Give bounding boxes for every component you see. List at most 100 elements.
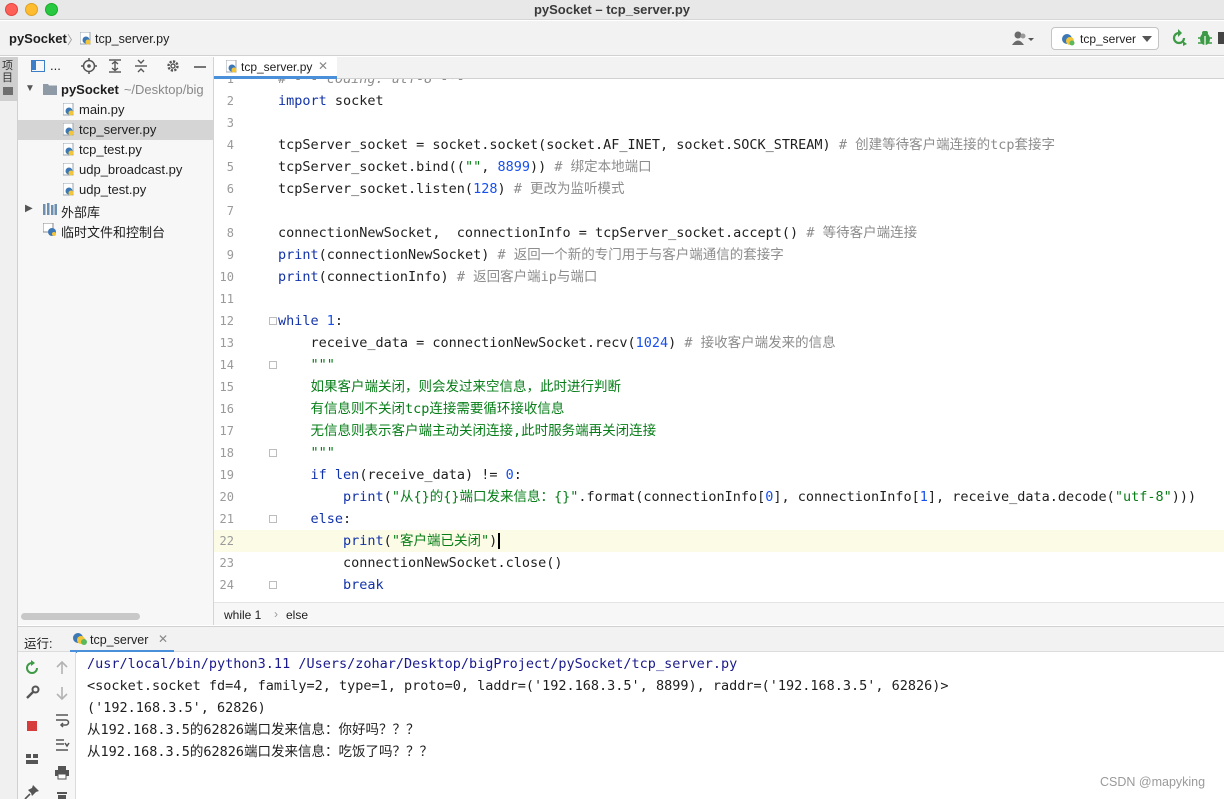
code-text: tcpServer_socket = socket.socket(socket.… [278, 137, 1055, 153]
line-number: 2 [226, 94, 234, 108]
project-view-selector[interactable]: ... [50, 58, 61, 73]
tree-item-file[interactable]: tcp_test.py [18, 140, 213, 160]
chevron-down-icon[interactable]: ▼ [25, 83, 35, 94]
run-configuration-select[interactable]: tcp_server [1051, 27, 1159, 50]
code-line[interactable]: 6 tcpServer_socket.listen(128) # 更改为监听模式 [214, 178, 1224, 200]
stop-icon[interactable] [24, 718, 40, 734]
horizontal-scrollbar[interactable] [21, 613, 140, 620]
code-breadcrumb-item[interactable]: while 1 [224, 608, 261, 622]
print-icon[interactable] [54, 764, 70, 780]
tab-run-tcp-server[interactable]: tcp_server ✕ [70, 627, 174, 653]
soft-wrap-icon[interactable] [54, 712, 70, 728]
left-tool-strip: 项目 [0, 57, 18, 799]
user-account-icon[interactable] [1010, 30, 1036, 48]
code-line[interactable]: 24 break [214, 574, 1224, 596]
code-text: while 1: [278, 313, 344, 329]
rerun-icon[interactable] [24, 660, 40, 676]
tree-item-file[interactable]: main.py [18, 100, 213, 120]
close-icon[interactable]: ✕ [318, 59, 328, 73]
code-line[interactable]: 21 else: [214, 508, 1224, 530]
line-number: 15 [219, 380, 234, 394]
run-toolbar [18, 652, 76, 799]
collapse-all-icon[interactable] [133, 58, 149, 74]
code-line[interactable]: 23 connectionNewSocket.close() [214, 552, 1224, 574]
chevron-right-icon[interactable]: ▶ [25, 203, 33, 214]
code-line[interactable]: 10 print(connectionInfo) # 返回客户端ip与端口 [214, 266, 1224, 288]
code-editor[interactable]: 1 # -*- coding: utf-8 -*- 2 import socket 3 4… [214, 79, 1224, 601]
run-console[interactable]: /usr/local/bin/python3.11 /Users/zohar/D… [77, 652, 1224, 799]
fold-marker-icon[interactable] [269, 317, 277, 325]
code-line[interactable]: 8 connectionNewSocket, connectionInfo = t… [214, 222, 1224, 244]
tree-item-scratches[interactable]: 临时文件和控制台 [18, 220, 213, 240]
gear-icon[interactable] [165, 58, 181, 74]
tree-item-file[interactable]: udp_broadcast.py [18, 160, 213, 180]
code-line[interactable]: 12 while 1: [214, 310, 1224, 332]
code-line[interactable]: 13 receive_data = connectionNewSocket.re… [214, 332, 1224, 354]
scroll-to-end-icon[interactable] [54, 737, 70, 753]
chevron-down-icon [1142, 36, 1152, 42]
close-icon[interactable]: ✕ [158, 632, 168, 646]
debug-bug-icon[interactable] [1196, 29, 1214, 47]
rerun-icon[interactable] [1170, 29, 1188, 47]
tree-item-file[interactable]: udp_test.py [18, 180, 213, 200]
code-text: if len(receive_data) != 0: [310, 467, 522, 483]
line-number: 5 [226, 160, 234, 174]
line-number: 23 [219, 556, 234, 570]
fold-marker-icon[interactable] [269, 449, 277, 457]
python-run-config-icon [72, 632, 88, 649]
code-line[interactable]: 1 # -*- coding: utf-8 -*- [214, 79, 1224, 90]
scratches-console-icon [42, 222, 58, 239]
code-line[interactable]: 15 如果客户端关闭，则会发过来空信息，此时进行判断 [214, 376, 1224, 398]
pin-icon[interactable] [24, 784, 40, 799]
line-number: 11 [219, 292, 234, 306]
code-line[interactable]: 5 tcpServer_socket.bind(("", 8899)) # 绑定本… [214, 156, 1224, 178]
fold-marker-icon[interactable] [269, 581, 277, 589]
locate-file-icon[interactable] [81, 58, 97, 74]
code-line[interactable]: 22 print("客户端已关闭") [214, 530, 1224, 552]
code-line[interactable]: 14 """ [214, 354, 1224, 376]
code-line[interactable]: 7 [214, 200, 1224, 222]
tree-item-project-root[interactable]: ▼ pySocket ~/Desktop/big [18, 80, 213, 100]
code-line[interactable]: 4 tcpServer_socket = socket.socket(socket… [214, 134, 1224, 156]
code-line[interactable]: 17 无信息则表示客户端主动关闭连接,此时服务端再关闭连接 [214, 420, 1224, 442]
code-text: connectionNewSocket.close() [278, 555, 563, 571]
code-line[interactable]: 20 print("从{}的{}端口发来信息：{}".format(connec… [214, 486, 1224, 508]
code-line[interactable]: 3 [214, 112, 1224, 134]
wrench-icon[interactable] [24, 685, 40, 701]
run-panel-header: 运行: tcp_server ✕ [18, 626, 1224, 653]
code-breadcrumb-item[interactable]: else [286, 608, 308, 622]
project-toolbar: ... [18, 57, 213, 77]
python-file-icon [62, 102, 76, 119]
arrow-up-icon[interactable] [54, 660, 70, 676]
code-line[interactable]: 9 print(connectionNewSocket) # 返回一个新的专门用于… [214, 244, 1224, 266]
code-line[interactable]: 18 """ [214, 442, 1224, 464]
arrow-down-icon[interactable] [54, 685, 70, 701]
fold-marker-icon[interactable] [269, 515, 277, 523]
line-number: 24 [219, 578, 234, 592]
trash-icon[interactable] [54, 790, 70, 799]
tree-item-file-selected[interactable]: tcp_server.py [18, 120, 213, 140]
layout-icon[interactable] [24, 751, 40, 767]
line-number: 18 [219, 446, 234, 460]
hide-panel-icon[interactable] [192, 58, 208, 74]
line-number: 1 [226, 79, 234, 86]
code-line[interactable]: 2 import socket [214, 90, 1224, 112]
expand-all-icon[interactable] [107, 58, 123, 74]
code-text: tcpServer_socket.bind(("", 8899)) # 绑定本地… [278, 159, 652, 175]
fold-marker-icon[interactable] [269, 361, 277, 369]
line-number: 12 [219, 314, 234, 328]
toolbar-overflow-icon[interactable] [1218, 32, 1224, 44]
project-tool-tab[interactable]: 项目 [0, 57, 17, 101]
tab-tcp-server[interactable]: tcp_server.py ✕ [214, 57, 337, 79]
tree-item-external-libraries[interactable]: ▶ 外部库 [18, 200, 213, 220]
run-panel-title: 运行: [24, 637, 53, 651]
code-line[interactable]: 19 if len(receive_data) != 0: [214, 464, 1224, 486]
breadcrumb-file[interactable]: tcp_server.py [95, 32, 169, 46]
code-line[interactable]: 16 有信息则不关闭tcp连接需要循环接收信息 [214, 398, 1224, 420]
code-line[interactable]: 11 [214, 288, 1224, 310]
python-run-config-icon [1061, 33, 1075, 49]
code-text: import socket [278, 93, 384, 109]
watermark: CSDN @mapyking [1100, 775, 1206, 789]
project-view-icon[interactable] [31, 60, 45, 72]
breadcrumb-project[interactable]: pySocket [9, 31, 67, 46]
